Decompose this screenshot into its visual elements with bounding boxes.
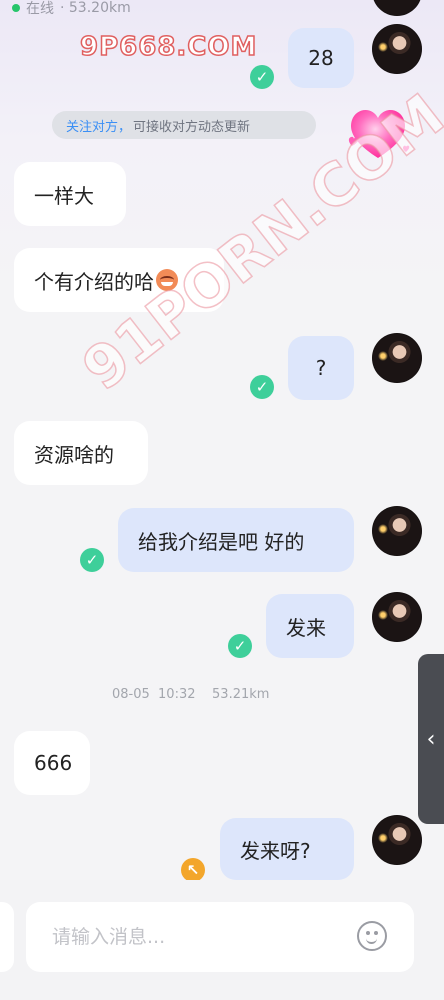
message-text: 个有介绍的哈 <box>34 269 154 294</box>
message-input[interactable] <box>50 925 344 949</box>
avatar[interactable] <box>372 815 422 865</box>
online-dot-icon <box>12 4 20 12</box>
message-timestamp: 08-05 10:32 53.21km <box>112 687 270 702</box>
read-check-icon: ✓ <box>228 634 252 658</box>
message-bubble[interactable]: ? <box>288 336 354 400</box>
follow-link[interactable]: 关注对方， <box>66 116 131 135</box>
online-label: 在线 <box>26 1 54 17</box>
read-check-icon: ✓ <box>250 375 274 399</box>
follow-notice-text: 可接收对方动态更新 <box>133 119 251 135</box>
avatar[interactable] <box>372 333 422 383</box>
distance-label: · 53.20km <box>60 0 131 16</box>
sending-arrow-icon: ↖ <box>181 858 205 882</box>
avatar[interactable] <box>372 592 422 642</box>
grinning-face-icon <box>156 269 178 291</box>
message-bubble[interactable]: 666 <box>14 731 90 795</box>
message-bubble[interactable]: 一样大 <box>14 162 126 226</box>
message-input-box[interactable] <box>26 902 414 972</box>
message-bubble[interactable]: 发来 <box>266 594 354 658</box>
left-action-button[interactable] <box>0 902 14 972</box>
message-bubble[interactable]: 个有介绍的哈 <box>14 248 224 312</box>
read-check-icon: ✓ <box>80 548 104 572</box>
message-bubble[interactable]: 28 <box>288 28 354 88</box>
message-bubble[interactable]: 资源啥的 <box>14 421 148 485</box>
chevron-left-icon[interactable]: ‹ <box>418 654 444 824</box>
message-bubble[interactable]: 给我介绍是吧 好的 <box>118 508 354 572</box>
message-bubble[interactable]: 发来呀? <box>220 818 354 880</box>
avatar[interactable] <box>372 24 422 74</box>
watermark-logo: 9P668.COM <box>79 31 258 63</box>
heart-icon <box>348 109 410 158</box>
avatar[interactable] <box>372 0 422 16</box>
avatar[interactable] <box>372 506 422 556</box>
read-check-icon: ✓ <box>250 65 274 89</box>
emoji-icon[interactable] <box>357 921 387 951</box>
follow-notice[interactable]: 关注对方， 可接收对方动态更新 <box>52 111 316 139</box>
online-status: 在线 · 53.20km <box>12 0 131 18</box>
